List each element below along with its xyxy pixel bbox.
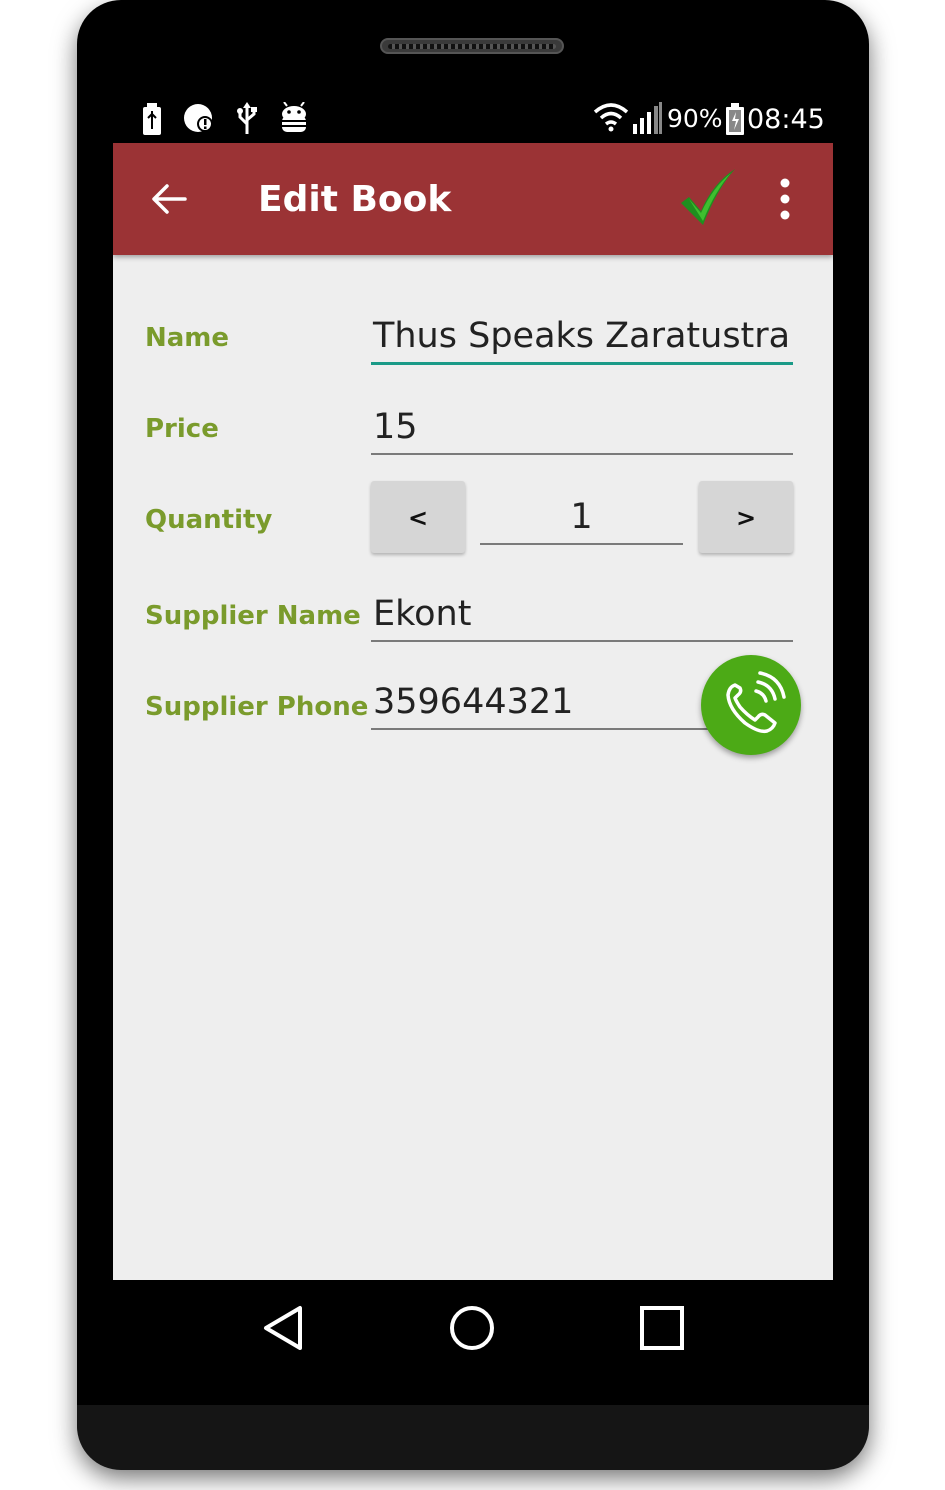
status-bar: 90% 08:45 xyxy=(113,96,833,142)
supplier-phone-label: Supplier Phone xyxy=(145,692,369,722)
quantity-decrement-button[interactable]: < xyxy=(371,481,465,553)
price-value: 15 xyxy=(373,407,418,447)
quantity-increment-button[interactable]: > xyxy=(699,481,793,553)
phone-chin xyxy=(77,1405,869,1470)
battery-charging-icon xyxy=(143,103,161,135)
name-field[interactable]: Thus Speaks Zaratustra xyxy=(371,316,793,365)
supplier-name-field[interactable]: Ekont xyxy=(371,594,793,642)
recents-square-icon[interactable] xyxy=(636,1302,688,1354)
battery-percent: 90% xyxy=(667,104,723,133)
wifi-icon xyxy=(593,103,629,132)
supplier-name-label: Supplier Name xyxy=(145,601,361,631)
more-vert-icon[interactable] xyxy=(773,177,797,221)
name-label: Name xyxy=(145,323,230,353)
call-supplier-button[interactable] xyxy=(701,655,801,755)
usb-icon xyxy=(237,102,257,134)
clock: 08:45 xyxy=(747,104,825,135)
page-title: Edit Book xyxy=(258,179,452,220)
app-bar: Edit Book xyxy=(113,143,833,255)
speaker-grille xyxy=(380,38,564,54)
back-triangle-icon[interactable] xyxy=(258,1302,310,1354)
supplier-phone-value: 359644321 xyxy=(373,682,574,722)
signal-icon xyxy=(633,102,662,134)
android-debug-icon xyxy=(279,102,309,132)
quantity-label: Quantity xyxy=(145,505,273,535)
notification-icon xyxy=(184,104,213,132)
name-value: Thus Speaks Zaratustra xyxy=(373,316,791,356)
quantity-field[interactable]: 1 xyxy=(480,493,683,545)
edit-form: Name Thus Speaks Zaratustra Price 15 Qua… xyxy=(113,255,833,1280)
price-field[interactable]: 15 xyxy=(371,407,793,455)
navigation-bar xyxy=(113,1280,833,1376)
phone-call-icon xyxy=(726,671,786,734)
battery-icon xyxy=(726,103,744,135)
checkmark-icon[interactable] xyxy=(679,167,737,229)
home-circle-icon[interactable] xyxy=(446,1302,498,1354)
price-label: Price xyxy=(145,414,219,444)
supplier-name-value: Ekont xyxy=(373,594,472,634)
arrow-back-icon[interactable] xyxy=(149,179,189,219)
